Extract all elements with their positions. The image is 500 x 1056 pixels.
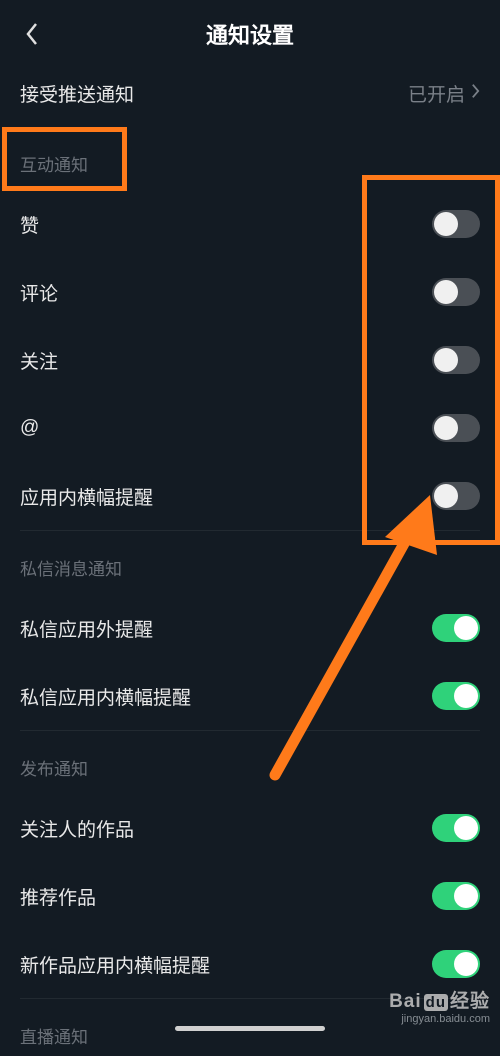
row-like: 赞	[0, 190, 500, 258]
toggle-mention[interactable]	[432, 414, 480, 442]
watermark: Baidu经验 jingyan.baidu.com	[389, 986, 490, 1025]
row-banner: 应用内横幅提醒	[0, 462, 500, 530]
toggle-follow[interactable]	[432, 346, 480, 374]
row-recommended: 推荐作品	[0, 862, 500, 930]
toggle-like[interactable]	[432, 210, 480, 238]
label-like: 赞	[20, 211, 39, 238]
toggle-banner[interactable]	[432, 482, 480, 510]
push-label: 接受推送通知	[20, 80, 134, 107]
section-interactive-title: 互动通知	[0, 127, 500, 190]
row-dm-external: 私信应用外提醒	[0, 594, 500, 662]
watermark-brand-prefix: Bai	[389, 991, 422, 1012]
toggle-dm-banner[interactable]	[432, 682, 480, 710]
row-mention: @	[0, 394, 500, 462]
watermark-brand-suffix: 经验	[450, 991, 490, 1012]
label-followed-works: 关注人的作品	[20, 815, 134, 842]
push-notification-row[interactable]: 接受推送通知 已开启	[0, 60, 500, 127]
label-banner: 应用内横幅提醒	[20, 483, 153, 510]
watermark-sub: jingyan.baidu.com	[389, 1013, 490, 1025]
label-dm-external: 私信应用外提醒	[20, 615, 153, 642]
label-follow: 关注	[20, 347, 58, 374]
label-comment: 评论	[20, 279, 58, 306]
toggle-newwork-banner[interactable]	[432, 950, 480, 978]
toggle-followed-works[interactable]	[432, 814, 480, 842]
label-newwork-banner: 新作品应用内横幅提醒	[20, 951, 210, 978]
watermark-brand-box: du	[424, 994, 448, 1011]
toggle-recommended[interactable]	[432, 882, 480, 910]
label-recommended: 推荐作品	[20, 883, 96, 910]
row-dm-banner: 私信应用内横幅提醒	[0, 662, 500, 730]
row-comment: 评论	[0, 258, 500, 326]
label-mention: @	[20, 417, 39, 439]
row-follow: 关注	[0, 326, 500, 394]
section-dm-title: 私信消息通知	[0, 531, 500, 594]
section-publish-title: 发布通知	[0, 731, 500, 794]
row-followed-works: 关注人的作品	[0, 794, 500, 862]
chevron-right-icon	[471, 83, 480, 105]
push-status: 已开启	[408, 80, 465, 107]
label-dm-banner: 私信应用内横幅提醒	[20, 683, 191, 710]
home-indicator	[175, 1026, 325, 1031]
toggle-comment[interactable]	[432, 278, 480, 306]
page-title: 通知设置	[18, 18, 482, 50]
toggle-dm-external[interactable]	[432, 614, 480, 642]
